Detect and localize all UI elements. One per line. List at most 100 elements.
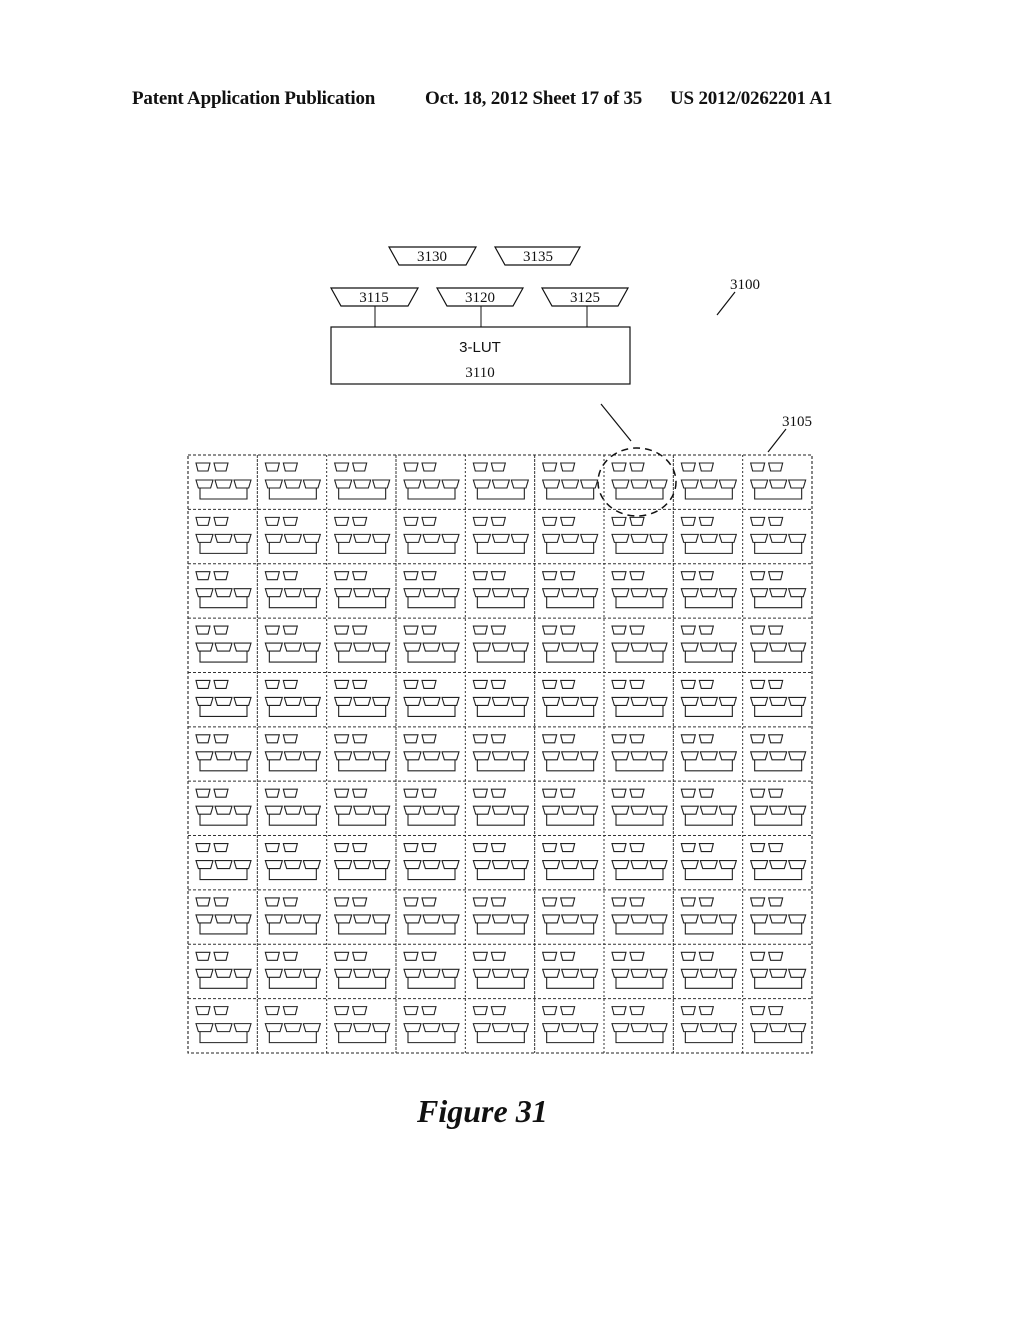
tile (195, 842, 252, 881)
lut-base-icon (338, 705, 387, 718)
lut-base-icon (199, 596, 248, 609)
mux-glyph-icon (718, 751, 738, 761)
mux-glyph-icon (541, 914, 561, 924)
mux-glyph-icon (333, 914, 353, 924)
mux-glyph-icon (333, 1006, 350, 1016)
lut-base-icon (338, 922, 387, 935)
tile (611, 842, 668, 881)
mux-glyph-icon (195, 479, 214, 489)
tile (264, 571, 322, 609)
lut-base-icon (546, 922, 595, 935)
mux-glyph-icon (403, 914, 422, 924)
mux-glyph-icon (749, 751, 769, 761)
mux-glyph-icon (541, 805, 561, 815)
lut-base-icon (684, 922, 733, 935)
mux-3130: 3130 (387, 246, 478, 266)
mux-glyph-icon (264, 859, 284, 870)
lut-base-icon (199, 705, 248, 718)
lut-block-3110: 3-LUT 3110 (330, 326, 631, 385)
lut-base-icon (546, 814, 595, 826)
mux-glyph-icon (264, 751, 284, 761)
mux-glyph-icon (787, 1023, 807, 1033)
tile (541, 734, 599, 772)
mux-glyph-icon (195, 679, 211, 690)
mux-glyph-icon (490, 625, 507, 635)
mux-glyph-icon (749, 1006, 766, 1016)
lut-base-icon (546, 1031, 595, 1044)
mux-glyph-icon (611, 1006, 627, 1016)
mux-glyph-icon (559, 897, 576, 907)
mux-glyph-icon (541, 696, 561, 707)
tile (472, 842, 530, 881)
lut-base-icon (338, 814, 387, 826)
mux-glyph-icon (629, 679, 645, 690)
mux-glyph-icon (403, 571, 419, 581)
mux-glyph-icon (510, 479, 530, 489)
lut-base-icon (199, 542, 248, 554)
lut-base-icon (407, 922, 456, 935)
mux-glyph-icon (264, 462, 281, 472)
mux-glyph-icon (403, 951, 419, 961)
mux-glyph-icon (302, 968, 322, 978)
mux-glyph-icon (422, 479, 441, 489)
mux-glyph-icon (441, 588, 460, 598)
mux-glyph-icon (510, 696, 530, 707)
mux-glyph-icon (352, 1023, 372, 1033)
mux-glyph-icon (649, 479, 668, 489)
mux-glyph-icon (649, 642, 668, 652)
mux-glyph-icon (403, 734, 419, 744)
mux-glyph-icon (214, 533, 233, 543)
lut-base-icon (684, 868, 733, 881)
tile (680, 1006, 738, 1044)
tile (541, 788, 599, 826)
mux-glyph-icon (195, 805, 214, 815)
mux-glyph-icon (749, 696, 769, 707)
mux-glyph-icon (195, 642, 214, 652)
mux-glyph-icon (768, 805, 788, 815)
mux-glyph-icon (333, 788, 350, 798)
mux-glyph-icon (630, 859, 649, 870)
tile (611, 625, 668, 663)
mux-glyph-icon (560, 968, 580, 978)
mux-glyph-icon (560, 479, 580, 489)
mux-glyph-icon (718, 805, 738, 815)
lut-base-icon (615, 596, 664, 609)
tile (472, 951, 530, 989)
mux-glyph-icon (351, 462, 368, 472)
tile (264, 788, 322, 826)
mux-glyph-icon (352, 751, 372, 761)
tile (195, 462, 252, 500)
mux-glyph-icon (579, 533, 599, 543)
lut-base-icon (268, 814, 317, 826)
tile (611, 571, 668, 609)
mux-glyph-icon (371, 479, 391, 489)
mux-glyph-icon (680, 897, 697, 907)
mux-glyph-icon (333, 533, 353, 543)
mux-glyph-icon (403, 516, 419, 526)
tile (611, 516, 668, 554)
mux-glyph-icon (352, 859, 372, 870)
mux-glyph-icon (283, 642, 303, 652)
mux-glyph-icon (422, 696, 441, 707)
mux-glyph-icon (422, 805, 441, 815)
mux-glyph-icon (510, 805, 530, 815)
mux-glyph-icon (559, 679, 576, 690)
lut-base-icon (476, 1031, 525, 1044)
mux-glyph-icon (767, 571, 784, 581)
mux-glyph-icon (541, 642, 561, 652)
mux-glyph-icon (333, 734, 350, 744)
mux-glyph-icon (403, 462, 419, 472)
tile (195, 571, 252, 609)
mux-glyph-icon (649, 914, 668, 924)
mux-glyph-icon (195, 588, 214, 598)
mux-glyph-icon (749, 734, 766, 744)
mux-glyph-icon (403, 859, 422, 870)
mux-glyph-icon (213, 516, 229, 526)
lut-base-icon (615, 1031, 664, 1044)
tile (749, 679, 807, 718)
mux-glyph-icon (283, 751, 303, 761)
mux-glyph-icon (510, 1023, 530, 1033)
mux-glyph-icon (680, 462, 697, 472)
mux-glyph-icon (264, 479, 284, 489)
mux-glyph-icon (282, 842, 299, 853)
